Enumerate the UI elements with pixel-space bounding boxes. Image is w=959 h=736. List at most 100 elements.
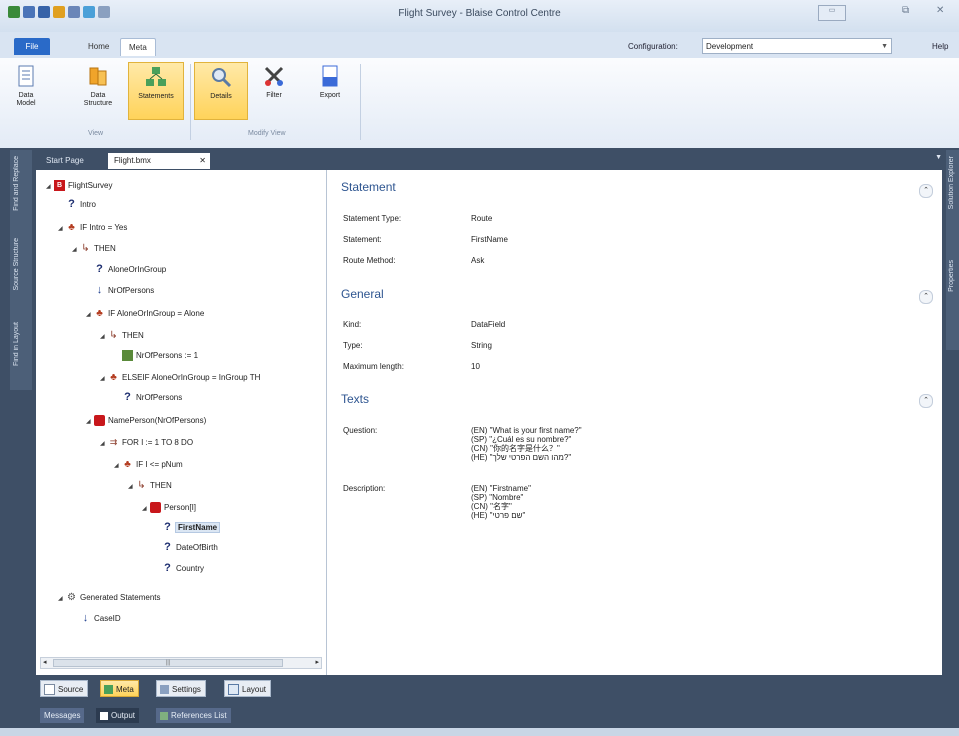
- tab-references-list[interactable]: References List: [156, 708, 231, 723]
- chevron-down-icon[interactable]: ▼: [935, 154, 942, 161]
- expand-arrow-icon[interactable]: ◢: [86, 307, 94, 323]
- tree-node[interactable]: ? AloneOrInGroup: [86, 262, 166, 278]
- tree-node[interactable]: ◢ NamePerson(NrOfPersons): [86, 413, 206, 429]
- expand-arrow-icon[interactable]: ◢: [114, 458, 122, 474]
- route-method-value: Ask: [471, 256, 485, 265]
- expand-arrow-icon[interactable]: ◢: [86, 414, 94, 430]
- expand-arrow-icon[interactable]: ◢: [58, 221, 66, 237]
- tree-node[interactable]: ◢ ♣ IF Intro = Yes: [58, 220, 127, 236]
- close-window-button[interactable]: ✕: [936, 5, 944, 16]
- restore-button[interactable]: ⧉: [902, 5, 909, 16]
- tab-source[interactable]: Source: [40, 680, 89, 697]
- configuration-label: Configuration:: [628, 42, 678, 51]
- source-structure-tab[interactable]: Source Structure: [13, 238, 20, 291]
- expand-arrow-icon[interactable]: ◢: [142, 501, 150, 517]
- tree-node[interactable]: ◢ Person[I]: [142, 500, 196, 516]
- scroll-thumb[interactable]: |||: [53, 659, 283, 667]
- scroll-left-icon[interactable]: ◂: [43, 658, 47, 668]
- configuration-value: Development: [706, 42, 754, 51]
- details-button[interactable]: Details: [194, 62, 248, 120]
- find-and-replace-tab[interactable]: Find and Replace: [13, 156, 20, 211]
- minimize-button[interactable]: ▭: [818, 5, 846, 21]
- tab-meta[interactable]: Meta: [120, 38, 156, 56]
- tree-node[interactable]: ↓ CaseID: [72, 611, 121, 627]
- collapse-statement-icon[interactable]: ⌃: [919, 184, 933, 198]
- tab-messages[interactable]: Messages: [40, 708, 85, 723]
- data-structure-button[interactable]: Data Structure: [80, 62, 116, 120]
- tree-node-label: AloneOrInGroup: [108, 265, 167, 274]
- tree-node-label: CaseID: [94, 614, 121, 623]
- references-icon: [160, 711, 168, 720]
- layout-icon: [228, 684, 239, 696]
- close-icon[interactable]: ✕: [199, 153, 206, 169]
- tree-node[interactable]: ? NrOfPersons: [114, 390, 182, 406]
- tree-node[interactable]: ↓ NrOfPersons: [86, 283, 154, 299]
- question-icon: ?: [164, 562, 171, 575]
- tab-output[interactable]: Output: [96, 708, 140, 723]
- details-panel: Statement ⌃ Statement Type: Route Statem…: [327, 170, 942, 675]
- export-button[interactable]: Export: [312, 62, 348, 120]
- tree-node[interactable]: NrOfPersons := 1: [114, 348, 198, 364]
- tree-node[interactable]: ◢ ↳ THEN: [72, 241, 116, 257]
- horizontal-scrollbar[interactable]: ◂ ||| ▸: [40, 657, 322, 669]
- expand-arrow-icon[interactable]: ◢: [100, 436, 108, 452]
- find-in-layout-tab[interactable]: Find in Layout: [13, 322, 20, 366]
- expand-arrow-icon[interactable]: ◢: [72, 242, 80, 258]
- question-label: Question:: [343, 426, 378, 435]
- tab-settings[interactable]: Settings: [156, 680, 206, 697]
- description-text-cn: (CN) "名字": [471, 502, 512, 511]
- question-icon: ?: [68, 198, 75, 211]
- scroll-right-icon[interactable]: ▸: [315, 658, 319, 668]
- data-model-button[interactable]: Data Model: [8, 62, 44, 120]
- filter-button[interactable]: Filter: [256, 62, 292, 120]
- solution-explorer-tab[interactable]: Solution Explorer: [948, 156, 955, 209]
- tree-node-label: NamePerson(NrOfPersons): [108, 416, 207, 425]
- expand-arrow-icon[interactable]: ◢: [46, 179, 54, 195]
- tree-node[interactable]: ◢ ↳ THEN: [128, 478, 172, 494]
- tree-node[interactable]: ◢ ♣ IF I <= pNum: [114, 457, 183, 473]
- tree-node[interactable]: ? Country: [154, 561, 204, 577]
- tab-home[interactable]: Home: [80, 38, 117, 55]
- group-modify-view-label: Modify View: [248, 130, 286, 137]
- then-branch-icon: ↳: [137, 480, 146, 492]
- tree-node[interactable]: ? DateOfBirth: [154, 540, 218, 556]
- tab-layout[interactable]: Layout: [224, 680, 272, 697]
- tab-flight-bmx[interactable]: Flight.bmx ✕: [108, 153, 210, 169]
- expand-arrow-icon[interactable]: ◢: [128, 479, 136, 495]
- tab-meta-view[interactable]: Meta: [100, 680, 139, 697]
- tab-output-label: Output: [111, 711, 136, 720]
- statements-icon: [144, 65, 168, 89]
- tree-node[interactable]: ◢ B FlightSurvey: [46, 178, 112, 194]
- status-bar: [0, 728, 959, 736]
- if-condition-icon: ♣: [68, 222, 75, 234]
- tree-node-label: Generated Statements: [80, 593, 161, 602]
- collapse-general-icon[interactable]: ⌃: [919, 290, 933, 304]
- tab-file[interactable]: File: [14, 38, 50, 55]
- description-text-he: (HE) "שם פרטי": [471, 511, 526, 520]
- help-link[interactable]: Help: [932, 42, 948, 51]
- expand-arrow-icon[interactable]: ◢: [58, 591, 66, 607]
- tree-node-label: THEN: [122, 331, 144, 340]
- details-label: Details: [210, 93, 232, 100]
- if-condition-icon: ♣: [124, 459, 131, 471]
- tree-node-label: THEN: [94, 244, 116, 253]
- data-model-label-2: Model: [16, 100, 36, 107]
- tree-node[interactable]: ? FirstName: [154, 520, 221, 536]
- collapse-texts-icon[interactable]: ⌃: [919, 394, 933, 408]
- tree-node[interactable]: ◢ ⇉ FOR I := 1 TO 8 DO: [100, 435, 193, 451]
- expand-arrow-icon[interactable]: ◢: [100, 371, 108, 387]
- statements-button[interactable]: Statements: [128, 62, 184, 120]
- tab-start-page[interactable]: Start Page: [40, 153, 90, 169]
- block-icon: [94, 415, 105, 427]
- settings-icon: [160, 685, 169, 695]
- tree-node[interactable]: ◢ ↳ THEN: [100, 328, 144, 344]
- configuration-select[interactable]: Development ▼: [702, 38, 892, 54]
- right-dock-tabs: Solution Explorer Properties: [946, 150, 959, 350]
- statement-section-title: Statement: [341, 180, 396, 194]
- tree-node[interactable]: ? Intro: [58, 197, 96, 213]
- tree-node[interactable]: ◢ ♣ ELSEIF AloneOrInGroup = InGroup TH: [100, 370, 260, 386]
- expand-arrow-icon[interactable]: ◢: [100, 329, 108, 345]
- tree-node[interactable]: ◢ ♣ IF AloneOrInGroup = Alone: [86, 306, 204, 322]
- tree-node[interactable]: ◢ ⚙ Generated Statements: [58, 590, 161, 606]
- properties-tab[interactable]: Properties: [948, 260, 955, 292]
